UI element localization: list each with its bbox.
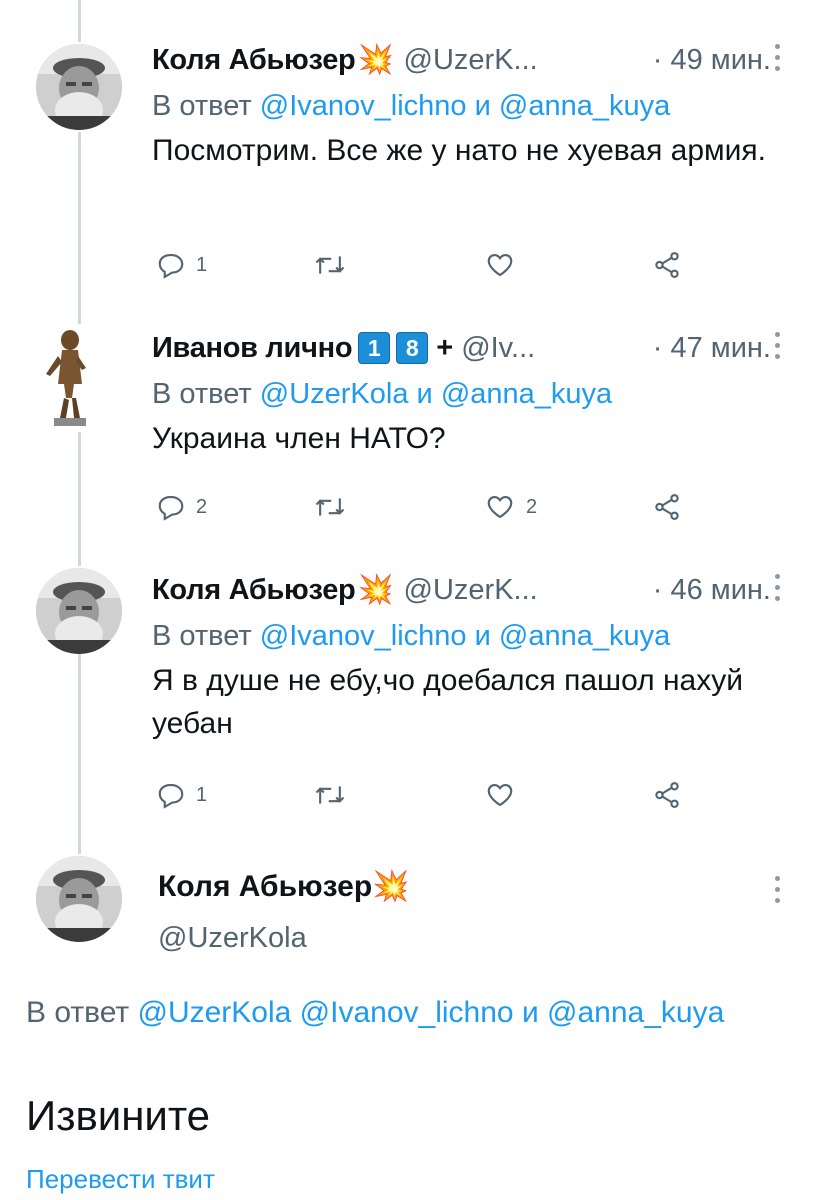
like-icon xyxy=(487,495,513,519)
share-icon xyxy=(655,782,679,808)
mention-conjunction: и xyxy=(474,620,491,652)
reply-count: 2 xyxy=(196,495,208,518)
reply-context: В ответ @Ivanov_lichno и @anna_kuya xyxy=(152,620,777,653)
mention-link[interactable]: @Ivanov_lichno xyxy=(300,996,514,1029)
author-handle[interactable]: @UzerKola xyxy=(158,922,307,955)
mention-link[interactable]: @Ivanov_lichno xyxy=(260,620,467,652)
share-button[interactable] xyxy=(652,250,682,280)
mention-link[interactable]: @anna_kuya xyxy=(499,90,670,122)
like-button[interactable]: 2 xyxy=(484,492,537,522)
author-name[interactable]: Коля Абьюзер💥 xyxy=(158,869,410,904)
retweet-icon xyxy=(315,786,345,804)
retweet-button[interactable] xyxy=(314,492,346,522)
author-name-text[interactable]: Коля Абьюзер xyxy=(158,870,372,903)
timestamp[interactable]: · 47 мин. xyxy=(653,332,777,365)
like-count: 2 xyxy=(526,495,538,518)
like-icon xyxy=(487,783,513,807)
retweet-button[interactable] xyxy=(314,250,346,280)
reply-prefix: В ответ xyxy=(152,620,252,652)
collision-emoji-icon: 💥 xyxy=(357,574,394,606)
mention-link[interactable]: @anna_kuya xyxy=(441,378,612,410)
mention-link[interactable]: @UzerKola xyxy=(260,378,409,410)
avatar[interactable] xyxy=(36,856,122,942)
avatar[interactable] xyxy=(36,568,122,654)
reply-count: 1 xyxy=(196,253,208,276)
reply-count: 1 xyxy=(196,783,208,806)
reply-prefix: В ответ xyxy=(26,996,130,1029)
keycap-badge: 8 xyxy=(396,332,429,364)
reply-context: В ответ @Ivanov_lichno и @anna_kuya xyxy=(152,90,777,123)
mention-conjunction: и xyxy=(416,378,433,410)
mention-link[interactable]: @anna_kuya xyxy=(499,620,670,652)
mention-link[interactable]: @UzerKola xyxy=(137,996,291,1029)
mention-link[interactable]: @anna_kuya xyxy=(547,996,724,1029)
avatar[interactable] xyxy=(36,44,122,130)
share-button[interactable] xyxy=(652,780,682,810)
thread-line-3 xyxy=(78,654,81,854)
like-button[interactable] xyxy=(484,780,516,810)
reply-prefix: В ответ xyxy=(152,90,252,122)
mention-conjunction: и xyxy=(521,996,539,1029)
thread-line-top xyxy=(78,0,81,42)
thread-line-2 xyxy=(78,432,81,566)
retweet-icon xyxy=(315,498,345,516)
author-name[interactable]: Коля Абьюзер xyxy=(152,574,356,607)
reply-context: В ответ @UzerKola @Ivanov_lichno и @anna… xyxy=(26,988,786,1037)
tweet-text: Извините xyxy=(26,1092,210,1139)
more-icon[interactable] xyxy=(775,574,783,601)
plus-sign: + xyxy=(436,331,454,364)
thread-line-1 xyxy=(78,132,81,324)
author-handle[interactable]: @Iv... xyxy=(461,332,535,365)
timestamp[interactable]: · 46 мин. xyxy=(653,574,777,607)
translate-tweet-link[interactable]: Перевести твит xyxy=(26,1164,215,1195)
like-icon xyxy=(487,253,513,277)
reply-button[interactable]: 1 xyxy=(156,780,207,810)
collision-emoji-icon: 💥 xyxy=(357,44,394,76)
author-name[interactable]: Коля Абьюзер xyxy=(152,44,356,77)
reply-button[interactable]: 1 xyxy=(156,250,207,280)
author-handle[interactable]: @UzerK... xyxy=(404,44,538,77)
reply-icon xyxy=(158,253,184,279)
retweet-button[interactable] xyxy=(314,780,346,810)
like-button[interactable] xyxy=(484,250,516,280)
timestamp[interactable]: · 49 мин. xyxy=(653,44,777,77)
share-button[interactable] xyxy=(652,492,682,522)
mention-conjunction: и xyxy=(474,90,491,122)
tweet-text: Украина член НАТО? xyxy=(152,422,446,455)
collision-emoji-icon: 💥 xyxy=(372,870,410,903)
more-icon[interactable] xyxy=(775,332,783,359)
share-icon xyxy=(655,252,679,278)
tweet-text: Посмотрим. Все же у нато не хуевая армия… xyxy=(152,134,766,167)
reply-icon xyxy=(158,495,184,521)
author-name[interactable]: Иванов лично xyxy=(152,332,353,365)
reply-button[interactable]: 2 xyxy=(156,492,207,522)
retweet-icon xyxy=(315,256,345,274)
reply-context: В ответ @UzerKola и @anna_kuya xyxy=(152,378,777,411)
avatar[interactable] xyxy=(36,324,122,426)
reply-prefix: В ответ xyxy=(152,378,252,410)
keycap-badge: 1 xyxy=(358,332,391,364)
more-icon[interactable] xyxy=(775,876,783,903)
reply-icon xyxy=(158,783,184,809)
more-icon[interactable] xyxy=(775,44,783,71)
author-handle[interactable]: @UzerK... xyxy=(404,574,538,607)
share-icon xyxy=(655,494,679,520)
mention-link[interactable]: @Ivanov_lichno xyxy=(260,90,467,122)
tweet-text: Я в душе не ебу,чо доебался пашол нахуй … xyxy=(152,664,743,740)
